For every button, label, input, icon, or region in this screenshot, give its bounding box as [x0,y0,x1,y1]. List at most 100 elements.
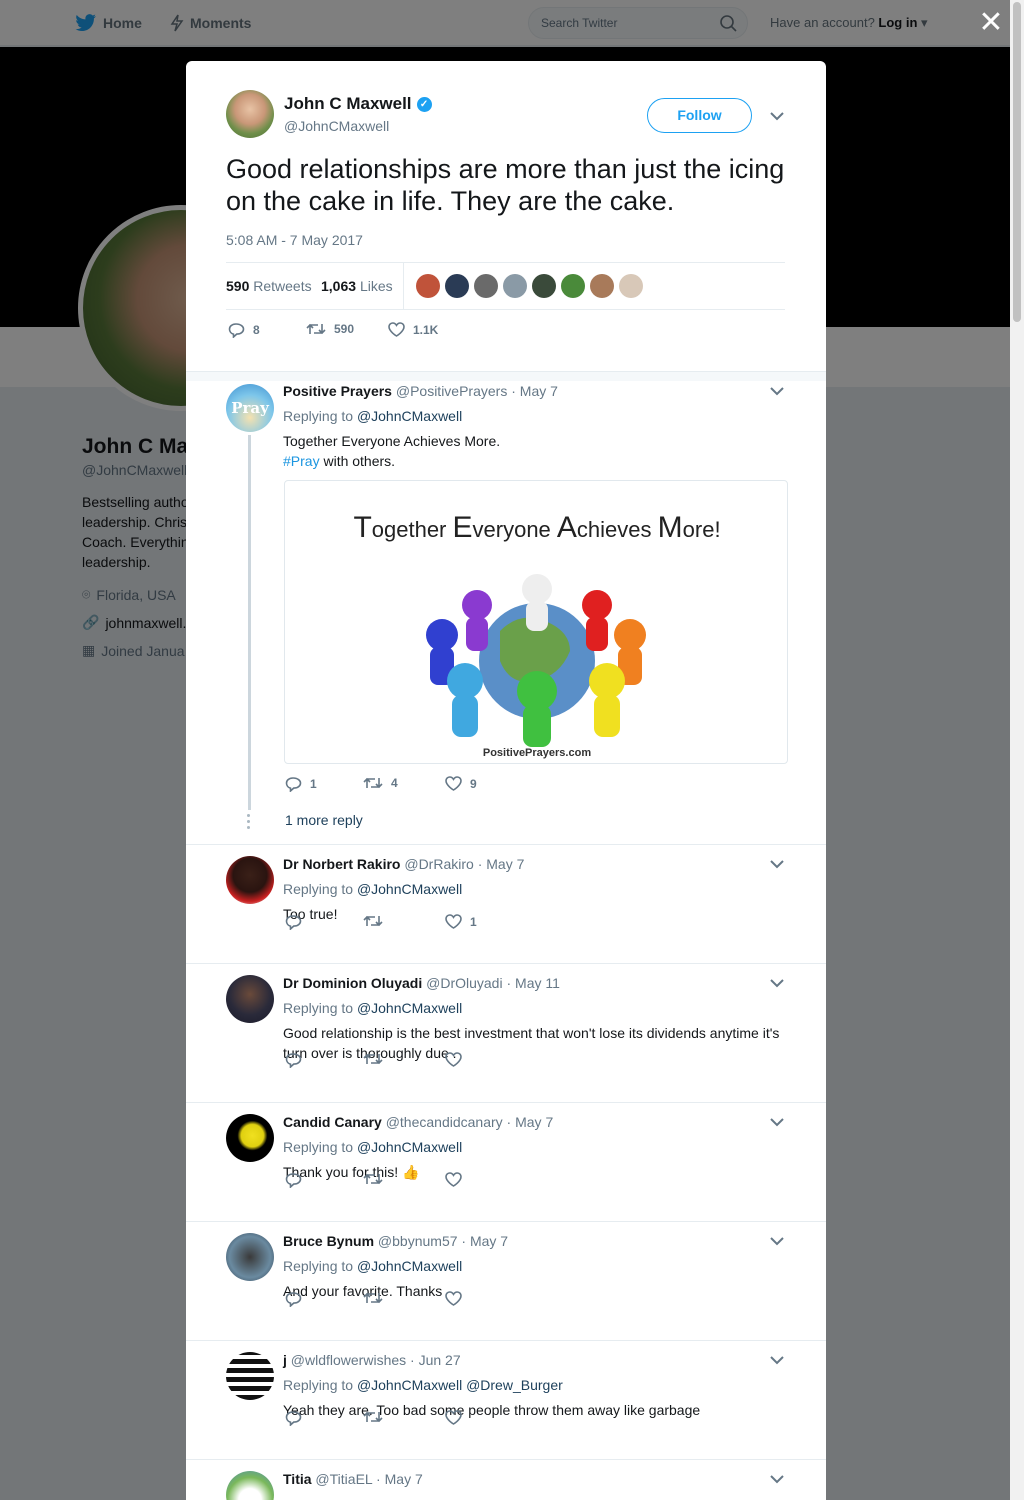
retweet-button[interactable] [363,914,391,928]
more-replies-link[interactable]: 1 more reply [285,812,363,828]
retweet-button[interactable] [363,1052,391,1066]
chevron-down-icon[interactable] [770,859,784,869]
reply-author[interactable]: Dr Norbert Rakiro [283,856,400,872]
liker-avatar[interactable] [590,274,614,298]
mention-link[interactable]: @JohnCMaxwell [357,408,462,424]
reply-author[interactable]: Bruce Bynum [283,1233,374,1249]
retweet-button[interactable]: 590 [306,322,354,336]
reply-handle[interactable]: @PositivePrayers [396,383,507,399]
reply-button[interactable]: 8 [228,322,260,338]
reply-avatar[interactable] [226,975,274,1023]
author-name-text[interactable]: John C Maxwell [284,94,412,114]
hashtag-link[interactable]: #Pray [283,453,320,469]
reply-button[interactable] [285,1291,310,1307]
reply-avatar[interactable] [226,1471,274,1500]
reply-date[interactable]: May 7 [486,856,524,872]
like-button[interactable]: 1.1K [388,322,438,337]
reply-handle[interactable]: @bbynum57 [378,1233,458,1249]
reply-author[interactable]: Positive Prayers [283,383,392,399]
reply-avatar[interactable]: Pray [226,384,274,432]
retweet-icon [363,915,383,927]
reply-header[interactable]: j @wldflowerwishes · Jun 27 [283,1352,461,1368]
tweet-timestamp[interactable]: 5:08 AM - 7 May 2017 [226,232,363,248]
liker-avatar[interactable] [561,274,585,298]
reply-header[interactable]: Positive Prayers @PositivePrayers · May … [283,383,558,399]
author-handle[interactable]: @JohnCMaxwell [284,118,389,134]
retweet-icon [306,323,326,335]
reply-button[interactable] [285,914,310,930]
liker-avatar[interactable] [532,274,556,298]
chevron-down-icon[interactable] [770,1355,784,1365]
chevron-down-icon[interactable] [770,1236,784,1246]
reply-date[interactable]: May 7 [520,383,558,399]
reply-date[interactable]: Jun 27 [419,1352,461,1368]
retweet-button[interactable] [363,1410,391,1424]
reply-handle[interactable]: @thecandidcanary [386,1114,503,1130]
follow-button[interactable]: Follow [647,98,752,133]
reply-avatar[interactable] [226,856,274,904]
like-button[interactable] [445,1291,470,1306]
retweet-stat[interactable]: 590 Retweets [226,278,312,294]
reply-header[interactable]: Dr Norbert Rakiro @DrRakiro · May 7 [283,856,524,872]
reply-button[interactable] [285,1052,310,1068]
reply-button[interactable]: 1 [285,776,317,792]
reply-date[interactable]: May 7 [385,1471,423,1487]
reply-avatar[interactable] [226,1233,274,1281]
reply-handle[interactable]: @DrRakiro [404,856,473,872]
chevron-down-icon[interactable] [770,1117,784,1127]
retweet-button[interactable] [363,1172,391,1186]
like-button[interactable] [445,1410,470,1425]
reply-header[interactable]: Titia @TitiaEL · May 7 [283,1471,423,1487]
like-button[interactable] [445,1172,470,1187]
reply-handle[interactable]: @TitiaEL [315,1471,372,1487]
reply-item[interactable]: Titia @TitiaEL · May 7 [186,1459,826,1500]
retweet-count: 590 [226,278,250,294]
mention-link[interactable]: @JohnCMaxwell [357,1139,462,1155]
reply-header[interactable]: Dr Dominion Oluyadi @DrOluyadi · May 11 [283,975,560,991]
reply-handle[interactable]: @wldflowerwishes [291,1352,406,1368]
mention-link[interactable]: @JohnCMaxwell [357,1258,462,1274]
reply-item[interactable]: Bruce Bynum @bbynum57 · May 7 Replying t… [186,1221,826,1341]
reply-date[interactable]: May 11 [515,975,560,991]
reply-item[interactable]: Dr Dominion Oluyadi @DrOluyadi · May 11 … [186,963,826,1103]
close-button[interactable]: ✕ [978,8,1004,38]
reply-author[interactable]: Dr Dominion Oluyadi [283,975,422,991]
like-button[interactable] [445,1052,470,1067]
retweet-button[interactable] [363,1291,391,1305]
reply-author[interactable]: Titia [283,1471,312,1487]
like-button[interactable]: 9 [445,776,477,791]
chevron-down-icon[interactable] [770,111,784,121]
reply-avatar[interactable] [226,1352,274,1400]
media-card[interactable]: Together Everyone Achieves More! Positiv… [284,480,788,764]
reply-author[interactable]: j [283,1352,287,1368]
reply-avatar[interactable] [226,1114,274,1162]
reply-item[interactable]: j @wldflowerwishes · Jun 27 Replying to … [186,1340,826,1460]
liker-avatar[interactable] [474,274,498,298]
scrollbar-thumb[interactable] [1013,2,1021,322]
reply-author[interactable]: Candid Canary [283,1114,382,1130]
reply-button[interactable] [285,1172,310,1188]
reply-item[interactable]: Dr Norbert Rakiro @DrRakiro · May 7 Repl… [186,844,826,964]
mention-link[interactable]: @JohnCMaxwell [357,1000,462,1016]
reply-button[interactable] [285,1410,310,1426]
mention-link[interactable]: @JohnCMaxwell [357,881,462,897]
liker-avatar[interactable] [445,274,469,298]
reply-date[interactable]: May 7 [470,1233,508,1249]
reply-header[interactable]: Bruce Bynum @bbynum57 · May 7 [283,1233,508,1249]
author-name[interactable]: John C Maxwell ✓ [284,94,432,114]
reply-handle[interactable]: @DrOluyadi [426,975,502,991]
liker-avatar[interactable] [416,274,440,298]
author-avatar[interactable] [226,90,274,138]
reply-item[interactable]: Candid Canary @thecandidcanary · May 7 R… [186,1102,826,1222]
mention-link[interactable]: @JohnCMaxwell @Drew_Burger [357,1377,563,1393]
like-stat[interactable]: 1,063 Likes [321,278,393,294]
liker-avatar[interactable] [619,274,643,298]
chevron-down-icon[interactable] [770,386,784,396]
chevron-down-icon[interactable] [770,978,784,988]
chevron-down-icon[interactable] [770,1474,784,1484]
liker-avatar[interactable] [503,274,527,298]
reply-date[interactable]: May 7 [515,1114,553,1130]
reply-header[interactable]: Candid Canary @thecandidcanary · May 7 [283,1114,553,1130]
like-button[interactable]: 1 [445,914,477,929]
retweet-button[interactable]: 4 [363,776,398,790]
